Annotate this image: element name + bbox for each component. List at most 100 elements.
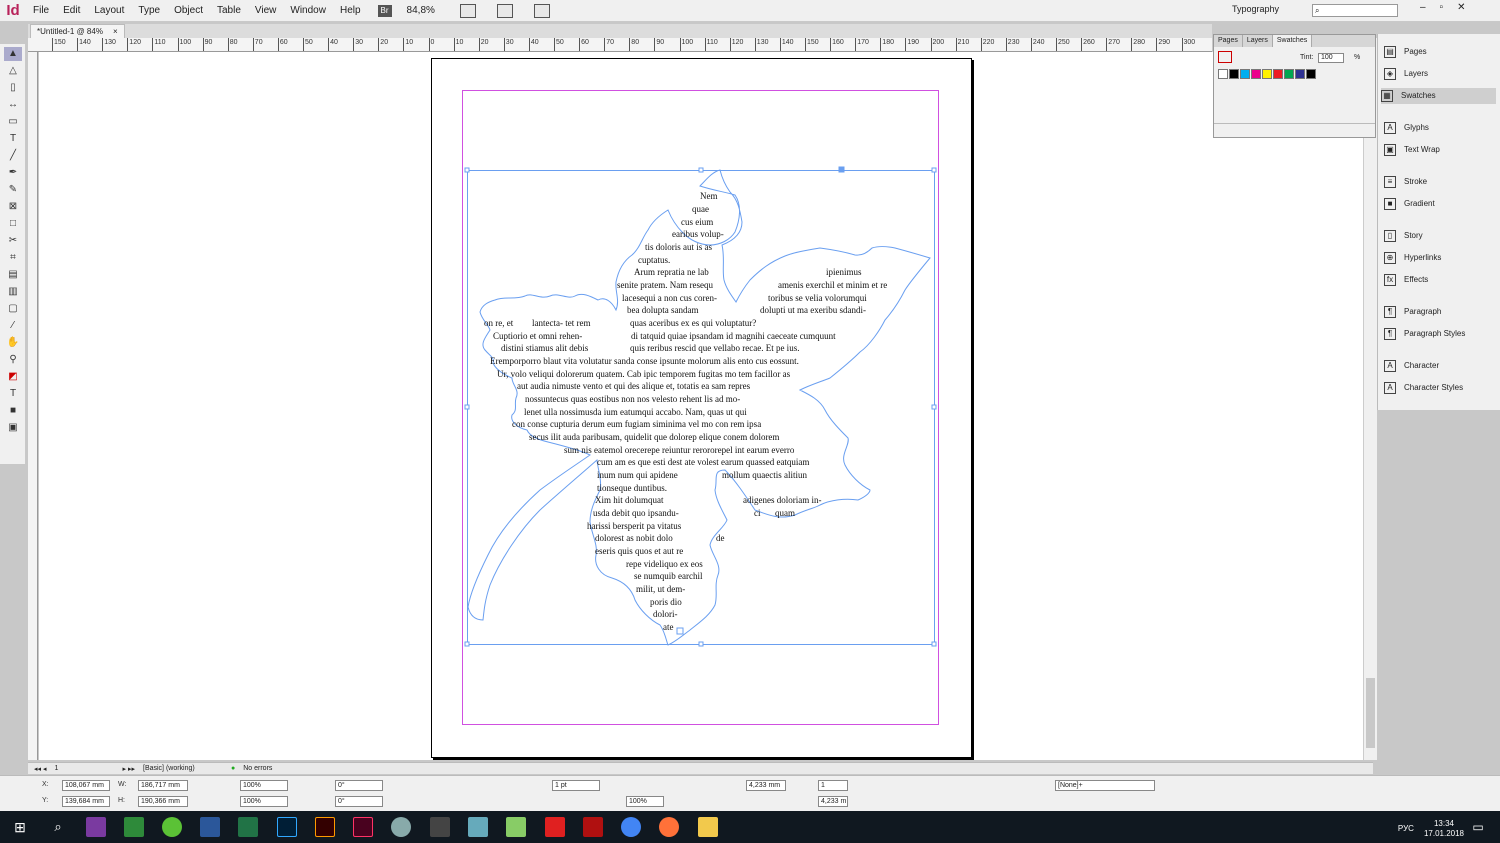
text-line: inum num qui apidene — [597, 470, 678, 480]
panel-item-paragraph-styles[interactable]: ¶ Paragraph Styles — [1384, 326, 1465, 342]
taskbar-search-icon[interactable]: ⌕ — [48, 817, 68, 837]
w-field[interactable]: 186,717 mm — [138, 780, 188, 791]
tab-layers[interactable]: Layers — [1243, 35, 1273, 47]
panel-item-label: Gradient — [1404, 199, 1435, 208]
swatch-chip[interactable] — [1273, 69, 1283, 79]
tab-swatches[interactable]: Swatches — [1272, 35, 1313, 47]
swatch-chip[interactable] — [1251, 69, 1261, 79]
taskbar-app-1-icon[interactable] — [86, 817, 106, 837]
panel-item-stroke[interactable]: ≡ Stroke — [1384, 174, 1427, 190]
page-nav-icon[interactable]: ◂◂ ◂ — [34, 765, 47, 773]
panel-item-effects[interactable]: fx Effects — [1384, 272, 1428, 288]
panel-item-swatches[interactable]: ▦ Swatches — [1381, 88, 1496, 104]
panel-item-character-styles[interactable]: A Character Styles — [1384, 380, 1463, 396]
text-line: distini stiamus alit debis — [501, 343, 589, 353]
panel-item-gradient[interactable]: ■ Gradient — [1384, 196, 1435, 212]
preflight-profile[interactable]: [Basic] (working) — [143, 765, 223, 772]
text-line: secus ilit auda paribusam, quidelit que … — [529, 432, 780, 442]
stroke-weight-field[interactable]: 1 pt — [552, 780, 600, 791]
notifications-icon[interactable]: ▭ — [1468, 817, 1488, 837]
scale-y-field[interactable]: 100% — [240, 796, 288, 807]
scale-x-field[interactable]: 100% — [240, 780, 288, 791]
taskbar-acrobat-icon[interactable] — [545, 817, 565, 837]
swatch-chip[interactable] — [1284, 69, 1294, 79]
preflight-status[interactable]: No errors — [243, 765, 272, 772]
opacity-field[interactable]: 100% — [626, 796, 664, 807]
text-line: adigenes doloriam in- — [743, 495, 822, 505]
swatch-chip[interactable] — [1229, 69, 1239, 79]
taskbar-app-2-icon[interactable] — [124, 817, 144, 837]
clock[interactable]: 13:34 17.01.2018 — [1424, 819, 1464, 839]
panel-item-character[interactable]: A Character — [1384, 358, 1439, 374]
panel-item-layers[interactable]: ◈ Layers — [1384, 66, 1428, 82]
panel-item-paragraph[interactable]: ¶ Paragraph — [1384, 304, 1441, 320]
page-nav-next-icon[interactable]: ▸ ▸▸ — [123, 765, 136, 773]
panel-item-label: Swatches — [1401, 91, 1436, 100]
taskbar-calculator-icon[interactable] — [430, 817, 450, 837]
gutter-field[interactable]: 4,233 mm — [746, 780, 786, 791]
wrapped-text-frame[interactable]: Nem quae cus eium earibus volup-tis doloris… — [470, 180, 930, 632]
y-label: Y: — [42, 797, 49, 804]
text-line: toribus se velia volorumqui — [768, 293, 867, 303]
text-line: cum am es que esti dest ate volest earum… — [597, 457, 810, 467]
panel-item-hyperlinks[interactable]: ⊕ Hyperlinks — [1384, 250, 1441, 266]
taskbar-acrobat-2-icon[interactable] — [583, 817, 603, 837]
taskbar-app-3-icon[interactable] — [162, 817, 182, 837]
character-styles-icon: A — [1384, 382, 1396, 394]
story-icon: ▯ — [1384, 230, 1396, 242]
text-line: quae — [692, 204, 709, 214]
text-line: Arum repratia ne lab — [634, 267, 709, 277]
panel-item-label: Paragraph Styles — [1404, 329, 1466, 338]
swatch-chip[interactable] — [1262, 69, 1272, 79]
panel-item-label: Text Wrap — [1404, 145, 1440, 154]
taskbar-photoshop-icon[interactable] — [277, 817, 297, 837]
panel-item-text-wrap[interactable]: ▣ Text Wrap — [1384, 142, 1440, 158]
y-field[interactable]: 139,684 mm — [62, 796, 110, 807]
language-indicator[interactable]: РУС — [1398, 824, 1414, 834]
panel-item-story[interactable]: ▯ Story — [1384, 228, 1423, 244]
tint-input[interactable]: 100 — [1318, 53, 1344, 63]
swatch-chip[interactable] — [1306, 69, 1316, 79]
swatch-chip[interactable] — [1295, 69, 1305, 79]
preflight-ok-icon: ● — [231, 765, 236, 772]
column-gutter-field[interactable]: 4,233 m — [818, 796, 848, 807]
text-line: dolori- — [653, 609, 678, 619]
rotation-field[interactable]: 0° — [335, 780, 383, 791]
page-number-field[interactable]: 1 — [55, 765, 115, 772]
character-icon: A — [1384, 360, 1396, 372]
shear-field[interactable]: 0° — [335, 796, 383, 807]
text-line: quis reribus rescid que vellabo recae. E… — [630, 343, 800, 353]
x-field[interactable]: 108,067 mm — [62, 780, 110, 791]
scrollbar-thumb[interactable] — [1366, 678, 1375, 748]
taskbar-firefox-icon[interactable] — [659, 817, 679, 837]
tab-pages[interactable]: Pages — [1214, 35, 1243, 47]
swatch-chip[interactable] — [1240, 69, 1250, 79]
taskbar-app-6-icon[interactable] — [506, 817, 526, 837]
fill-stroke-swatch-icon[interactable] — [1218, 51, 1232, 63]
taskbar-chrome-icon[interactable] — [621, 817, 641, 837]
taskbar-app-4-icon[interactable] — [391, 817, 411, 837]
system-tray[interactable]: РУС 13:34 17.01.2018 — [1398, 819, 1464, 839]
vertical-scrollbar[interactable] — [1363, 38, 1377, 760]
panel-item-pages[interactable]: ▤ Pages — [1384, 44, 1427, 60]
taskbar-word-icon[interactable] — [200, 817, 220, 837]
control-panel: X: 108,067 mm Y: 139,684 mm W: 186,717 m… — [0, 775, 1500, 811]
text-line: aut audia nimuste vento et qui des aliqu… — [517, 381, 751, 391]
text-line: quas aceribus ex es qui voluptatur? — [630, 318, 757, 328]
object-style-select[interactable]: [None]+ — [1055, 780, 1155, 791]
swatch-chip[interactable] — [1218, 69, 1228, 79]
taskbar-explorer-icon[interactable] — [698, 817, 718, 837]
columns-field[interactable]: 1 — [818, 780, 848, 791]
taskbar-indesign-icon[interactable] — [353, 817, 373, 837]
h-label: H: — [118, 797, 125, 804]
h-field[interactable]: 190,366 mm — [138, 796, 188, 807]
panel-item-label: Character Styles — [1404, 383, 1464, 392]
taskbar-app-5-icon[interactable] — [468, 817, 488, 837]
taskbar-excel-icon[interactable] — [238, 817, 258, 837]
windows-taskbar: ⊞ ⌕ РУС 13:34 17.01.2018 ▭ — [0, 811, 1500, 843]
taskbar-illustrator-icon[interactable] — [315, 817, 335, 837]
status-bar: ◂◂ ◂ 1 ▸ ▸▸ [Basic] (working) ● No error… — [28, 762, 1373, 774]
start-icon[interactable]: ⊞ — [10, 817, 30, 837]
panel-item-glyphs[interactable]: A Glyphs — [1384, 120, 1429, 136]
panel-item-label: Hyperlinks — [1404, 253, 1442, 262]
